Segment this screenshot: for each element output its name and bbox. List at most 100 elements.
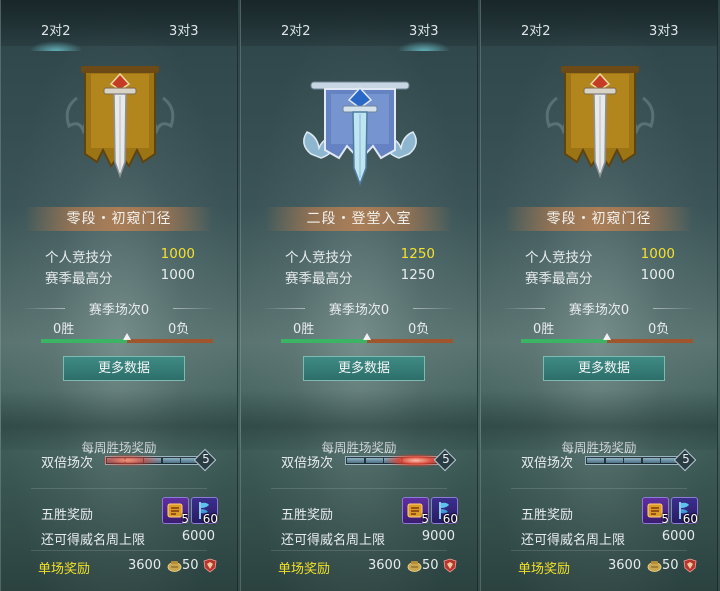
personal-score-label: 个人竞技分 [525,250,593,266]
mode-tabs: 2对2 3对3 [241,0,477,51]
double-segment [587,458,604,463]
rank-title: 二段・登堂入室 [265,207,453,231]
single-match-reward-label: 单场奖励 [38,562,91,577]
five-win-reward-label: 五胜奖励 [521,508,574,523]
blue-banner-sword-icon [297,58,423,190]
gold-banner-sword-icon [57,58,183,190]
flag-quantity: 60 [202,512,218,526]
single-honor-value: 50 [182,558,199,573]
arena-panel-3: 2对2 3对3 零段・初窥门径 个人竞技分 1000 赛季最高分 1000 赛季… [480,0,718,591]
win-loss-marker [363,333,371,340]
tab-2v2[interactable]: 2对2 [281,20,311,39]
rank-title: 零段・初窥门径 [25,207,213,231]
tab-3v3[interactable]: 3对3 [649,20,679,39]
personal-score-label: 个人竞技分 [45,250,113,266]
single-honor-value: 50 [422,558,439,573]
win-loss-bar [281,333,453,343]
flag-quantity: 60 [682,512,698,526]
flag-quantity: 60 [442,512,458,526]
more-data-button[interactable]: 更多数据 [303,356,425,381]
tab-2v2[interactable]: 2对2 [29,20,82,51]
shield-badge-icon [683,558,697,573]
season-matches: 赛季场次0 [481,299,717,318]
double-segment [642,458,660,463]
losses-count: 0负 [648,322,670,337]
season-high-value: 1250 [400,267,435,283]
mode-tabs: 2对2 3对3 [481,0,717,46]
weekly-cap-value: 9000 [421,529,455,544]
single-match-reward-label: 单场奖励 [278,562,331,577]
scroll-quantity: 5 [421,512,429,526]
weekly-cap-label: 还可得威名周上限 [521,533,626,548]
win-loss-bar [521,333,693,343]
divider [31,488,207,489]
divider [271,488,447,489]
shield-badge-icon [203,558,217,573]
coin-pouch-icon [167,561,182,572]
win-fill [281,339,367,343]
win-loss-marker [123,333,131,340]
win-loss-marker [603,333,611,340]
single-honor-value: 50 [662,558,679,573]
five-win-reward-label: 五胜奖励 [41,508,94,523]
double-segment [365,458,383,463]
double-matches-label: 双倍场次 [521,456,574,471]
double-matches-label: 双倍场次 [41,456,94,471]
reward-item-scroll[interactable]: 5 [162,497,189,526]
single-coins-value: 3600 [128,558,162,573]
double-matches-count: 5 [442,452,450,466]
reward-item-scroll[interactable]: 5 [402,497,429,526]
personal-score-value: 1000 [160,246,195,262]
scroll-quantity: 5 [181,512,189,526]
season-high-label: 赛季最高分 [45,271,113,287]
double-matches-bar [104,454,201,467]
tab-3v3[interactable]: 3对3 [169,20,199,39]
tab-2v2[interactable]: 2对2 [521,20,551,39]
divider [511,488,687,489]
tab-3v3[interactable]: 3对3 [397,20,450,51]
divider [511,550,687,551]
weekly-cap-row: 还可得威名周上限 6000 [41,529,217,548]
personal-score-value: 1000 [640,246,675,262]
weekly-cap-value: 6000 [661,529,695,544]
wins-count: 0胜 [53,322,75,337]
double-matches-count: 5 [202,452,210,466]
win-loss-bar [41,333,213,343]
single-coins-value: 3600 [608,558,642,573]
season-high-label: 赛季最高分 [525,271,593,287]
win-fill [41,339,127,343]
double-matches-bar [585,456,681,465]
more-data-button[interactable]: 更多数据 [63,356,185,381]
double-segment [162,458,180,463]
weekly-cap-label: 还可得威名周上限 [41,533,146,548]
weekly-cap-label: 还可得威名周上限 [281,533,386,548]
weekly-cap-row: 还可得威名周上限 6000 [521,529,697,548]
rank-title: 零段・初窥门径 [505,207,693,231]
reward-item-flag[interactable]: 60 [671,497,698,526]
season-matches: 赛季场次0 [241,299,477,318]
personal-score-value: 1250 [400,246,435,262]
wins-count: 0胜 [533,322,555,337]
double-matches-bar [345,454,446,467]
coin-pouch-icon [647,561,662,572]
arena-panel-2: 2对2 3对3 二段・登堂入室 个人竞技分 1250 赛季最高分 1250 赛季… [240,0,478,591]
losses-count: 0负 [408,322,430,337]
double-bar-glow [104,454,162,467]
mode-tabs: 2对2 3对3 [1,0,237,51]
more-data-button[interactable]: 更多数据 [543,356,665,381]
scroll-quantity: 5 [661,512,669,526]
double-matches-count: 5 [682,452,690,466]
divider [31,550,207,551]
divider [271,550,447,551]
reward-item-flag[interactable]: 60 [431,497,458,526]
reward-item-scroll[interactable]: 5 [642,497,669,526]
single-match-reward-label: 单场奖励 [518,562,571,577]
shield-badge-icon [443,558,457,573]
season-high-value: 1000 [160,267,195,283]
reward-item-flag[interactable]: 60 [191,497,218,526]
double-segment [624,458,642,463]
five-win-reward-label: 五胜奖励 [281,508,334,523]
season-matches: 赛季场次0 [1,299,237,318]
double-matches-label: 双倍场次 [281,456,334,471]
coin-pouch-icon [407,561,422,572]
